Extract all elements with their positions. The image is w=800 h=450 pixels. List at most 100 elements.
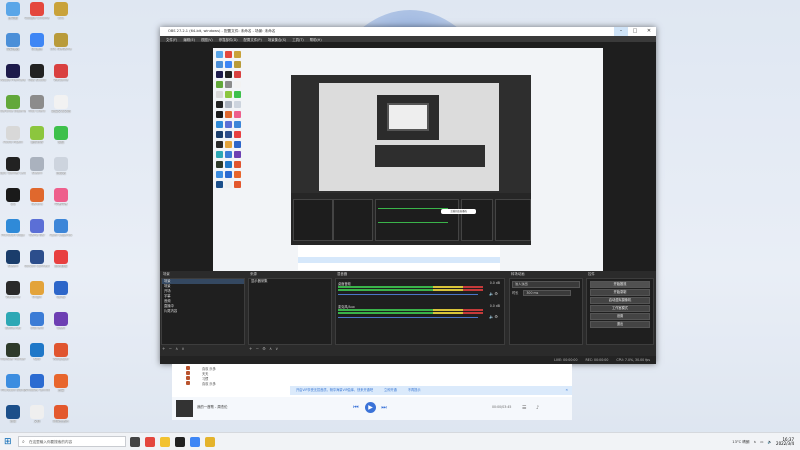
desktop-icon[interactable]: 腾讯视频 (48, 250, 74, 278)
desktop-icon[interactable]: 文档 (24, 405, 50, 433)
taskbar-app-obs[interactable] (175, 437, 185, 447)
duration-input[interactable]: 300 ms (523, 290, 572, 296)
desktop-icon[interactable]: uTorrent (24, 312, 50, 340)
desktop-icon[interactable]: 新建文本文档 (48, 95, 74, 123)
mute-icon[interactable]: 🔈⚙ (489, 314, 498, 319)
tray-chevron-icon[interactable]: ∧ (754, 440, 757, 444)
weather[interactable]: 13°C 晴朗 (732, 440, 749, 445)
taskbar-app-task-view[interactable] (130, 437, 140, 447)
volume-tray-icon[interactable]: 🔈 (768, 440, 772, 444)
volume-fader[interactable] (338, 317, 478, 318)
desktop-icon[interactable]: 回收站 (48, 157, 74, 185)
close-icon[interactable]: ✕ (565, 386, 568, 395)
obs-preview[interactable]: 主播开始直播啦 (160, 42, 656, 292)
desktop-icon[interactable]: WeGame (0, 281, 26, 309)
desktop-icon[interactable]: Geek (48, 312, 74, 340)
taskbar-app-chrome[interactable] (145, 437, 155, 447)
desktop-icon[interactable]: Microsoft Edge (0, 219, 26, 247)
control-button[interactable]: 启动虚拟摄像机 (590, 297, 650, 304)
desktop-icon[interactable]: 此电脑 (0, 2, 26, 30)
scenes-list[interactable]: 场景 场景 开场 字幕 音频 直播中 片尾内容 (161, 278, 245, 345)
network-icon[interactable]: ▭ (760, 440, 763, 444)
desktop-icon[interactable]: Microsoft Store (0, 374, 26, 402)
desktop-icon[interactable]: LOL (48, 2, 74, 30)
control-button[interactable]: 退出 (590, 321, 650, 328)
desktop-icon[interactable]: QQ (0, 188, 26, 216)
scene-item[interactable]: 片尾内容 (162, 309, 244, 314)
control-button[interactable]: 开始推流 (590, 281, 650, 288)
desktop-icon[interactable]: 微信 (48, 126, 74, 154)
desktop-icon[interactable]: OBS Studio (24, 64, 50, 92)
volume-icon[interactable]: ♪ (536, 405, 539, 411)
desktop-icon[interactable]: Steam (24, 157, 50, 185)
desktop-icon[interactable]: Riot Client (24, 95, 50, 123)
desktop-icon[interactable]: Origin (24, 281, 50, 309)
taskbar-app-file-explorer[interactable] (160, 437, 170, 447)
desktop-icon[interactable]: Kodi (24, 343, 50, 371)
close-button[interactable]: ✕ (642, 27, 656, 36)
desktop-icon[interactable]: 网易云音乐 (48, 405, 74, 433)
menu-item[interactable]: 视图(V) (201, 37, 213, 42)
playlist-icon[interactable]: ☰ (522, 405, 526, 411)
volume-fader[interactable] (338, 294, 478, 295)
windows-start-icon[interactable]: ⊞ (4, 437, 12, 447)
music-player-window[interactable]: 喜欢 乐多 天天 习惯 喜欢 乐多 开启VIP享受无损音质，畅享海量VIP曲库，快来开… (172, 364, 572, 420)
mute-icon[interactable]: 🔈⚙ (489, 291, 498, 296)
desktop-icon[interactable]: 我的世界 (24, 126, 50, 154)
previous-icon[interactable]: ⏮ (352, 404, 360, 412)
desktop-icon[interactable]: Battle.net (0, 312, 26, 340)
scenes-toolbar[interactable]: + − ∧ ∨ (162, 346, 185, 353)
desktop-icon[interactable]: Windows Terminal (24, 374, 50, 402)
menu-item[interactable]: 配置文件(P) (244, 37, 262, 42)
desktop-icon[interactable]: 控制面板 (0, 33, 26, 61)
desktop-icon[interactable]: LOL WeGame (48, 33, 74, 61)
menu-item[interactable]: 场景集合(S) (268, 37, 286, 42)
album-cover[interactable] (176, 400, 193, 417)
source-item[interactable]: 显示器采集 (249, 279, 331, 284)
menu-item[interactable]: 文件(F) (166, 37, 177, 42)
desktop-icon[interactable]: GeForce Experience (0, 95, 26, 123)
desktop-icon[interactable]: QQ音乐 (24, 33, 50, 61)
control-button[interactable]: 设置 (590, 313, 650, 320)
control-button[interactable]: 开始录制 (590, 289, 650, 296)
menu-item[interactable]: 工具(T) (292, 37, 304, 42)
desktop-icon[interactable]: Epic Games Launcher (0, 157, 26, 185)
desktop-icon[interactable]: Wallpaper (48, 343, 74, 371)
desktop-icon[interactable]: 迅雷 (48, 374, 74, 402)
desktop-icon[interactable]: 哔哩哔哩 (48, 188, 74, 216)
obs-window[interactable]: OBS 27.2.1 (64-bit, windows) - 配置文件: 未命名… (160, 27, 656, 364)
desktop-icon[interactable]: Ubisoft Connect (24, 250, 50, 278)
sources-list[interactable]: 显示器采集 (248, 278, 332, 345)
desktop-icon[interactable]: Monster Hunter (0, 343, 26, 371)
captured-icon (225, 81, 232, 88)
song-row[interactable]: 喜欢 乐多 (180, 380, 564, 386)
menu-item[interactable]: 帮助(H) (310, 37, 322, 42)
desktop-icon[interactable]: Adobe Premiere (0, 64, 26, 92)
control-button[interactable]: 工作室模式 (590, 305, 650, 312)
desktop-icon[interactable]: 设置 (0, 405, 26, 433)
taskbar-app-folder[interactable] (205, 437, 215, 447)
menu-item[interactable]: 编辑(E) (183, 37, 195, 42)
vip-open-link[interactable]: 立即开通 (384, 388, 397, 392)
obs-titlebar[interactable]: OBS 27.2.1 (64-bit, windows) - 配置文件: 未命名… (160, 27, 656, 36)
sources-toolbar[interactable]: + − ⚙ ∧ ∨ (249, 346, 279, 353)
menu-item[interactable]: 停靠部件(D) (219, 37, 238, 42)
desktop-icon[interactable]: Audio Hijack (0, 126, 26, 154)
maximize-button[interactable]: □ (628, 27, 642, 36)
desktop-icon[interactable]: Game Bar (24, 219, 50, 247)
transition-select[interactable]: 淡入淡出 (512, 281, 580, 288)
desktop-icon[interactable]: Steam (0, 250, 26, 278)
taskbar-search[interactable]: ⌕ 在这里输入你要搜索的内容 (18, 436, 126, 447)
now-playing[interactable]: 我的一首歌 - 周杰伦 (197, 404, 228, 409)
desktop-icon[interactable]: Uplay (48, 281, 74, 309)
taskbar-app-qq-music[interactable] (190, 437, 200, 447)
desktop-icon[interactable]: Apex Legends (48, 219, 74, 247)
clock[interactable]: 16:37 2022/3/4 (776, 437, 794, 447)
play-icon[interactable]: ▶ (365, 402, 376, 413)
vip-dismiss-link[interactable]: 不再提示 (408, 388, 421, 392)
desktop-icon[interactable]: Google Chrome (24, 2, 50, 30)
desktop-icon[interactable]: Garena (24, 188, 50, 216)
next-icon[interactable]: ⏭ (380, 404, 388, 412)
minimize-button[interactable]: – (614, 27, 628, 36)
desktop-icon[interactable]: WeGame (48, 64, 74, 92)
